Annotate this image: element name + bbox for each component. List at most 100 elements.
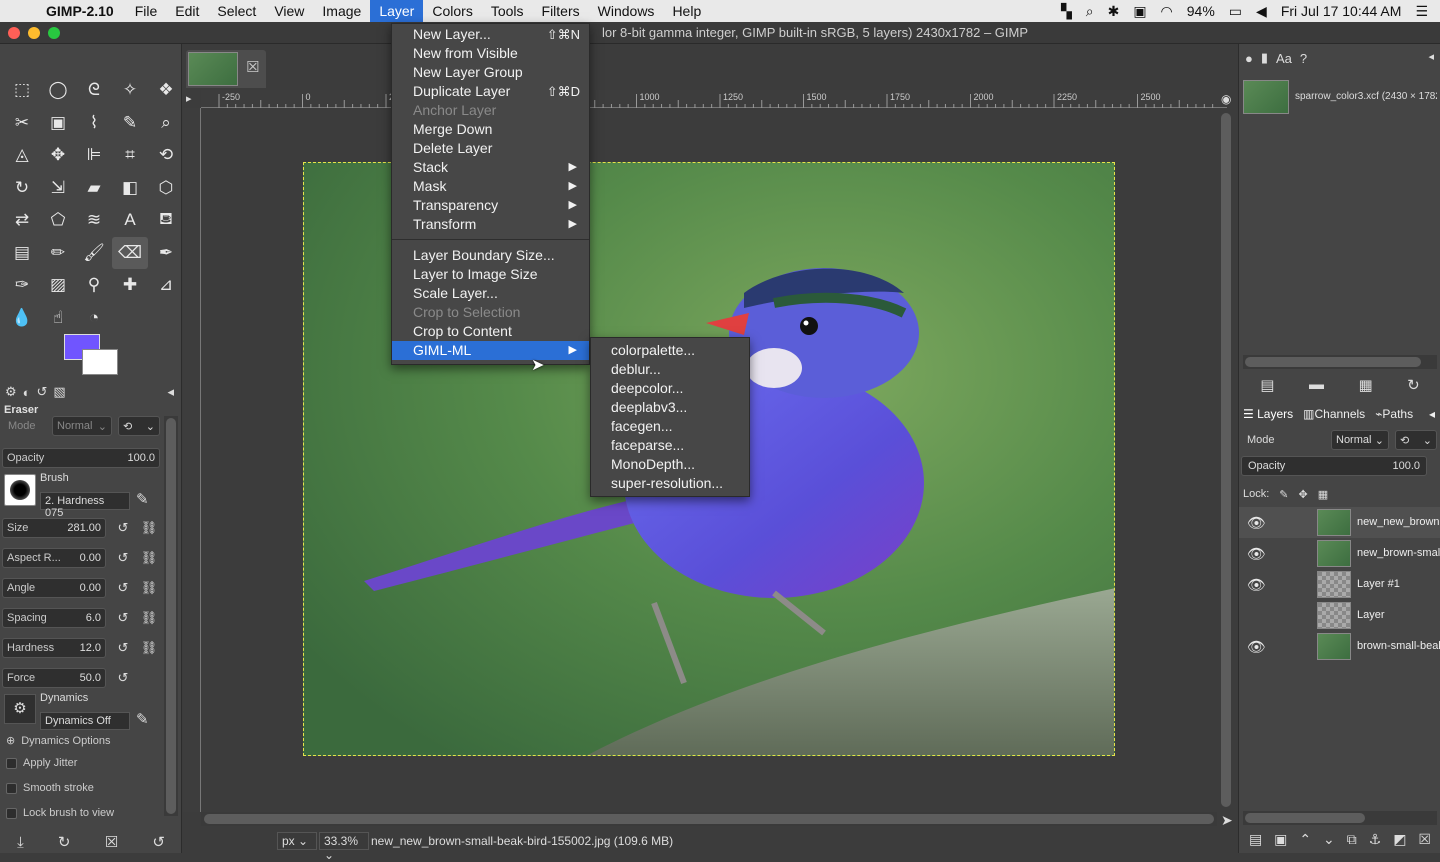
warp-transform-tool-icon[interactable]: ≋ (76, 204, 112, 237)
menu-view[interactable]: View (265, 0, 313, 22)
smooth-stroke-checkbox[interactable]: Smooth stroke (6, 782, 94, 794)
menu-item-transparency[interactable]: Transparency ▶ (392, 196, 589, 215)
select-by-color-tool-icon[interactable]: ❖ (148, 74, 184, 107)
anchor-layer-icon[interactable]: ⚓ (1369, 831, 1382, 851)
scrollbar-thumb[interactable] (1245, 813, 1365, 823)
layer-row[interactable]: 👁 new_brown-small-beak-bird (1239, 538, 1440, 569)
bucket-fill-tool-icon[interactable]: ⛾ (148, 204, 184, 237)
refresh-icon[interactable]: ↻ (1407, 376, 1420, 396)
visibility-eye-icon[interactable]: 👁 (1247, 638, 1266, 656)
visibility-eye-icon[interactable]: 👁 (1247, 545, 1266, 563)
edit-brush-icon[interactable]: ✎ (136, 490, 149, 508)
submenu-item-colorpalette[interactable]: colorpalette... (591, 341, 749, 360)
new-layer-group-icon[interactable]: ▣ (1274, 831, 1287, 851)
canvas-horizontal-scrollbar[interactable] (201, 812, 1217, 826)
layer-row[interactable]: 👁 new_new_brown-small-beak-bird (1239, 507, 1440, 538)
paths-tool-icon[interactable]: ⌇ (76, 107, 112, 140)
dodge-burn-tool-icon[interactable]: ◔ (76, 302, 112, 335)
brush-name-field[interactable]: 2. Hardness 075 (40, 492, 130, 519)
reset-tool-options-icon[interactable]: ↺ (152, 833, 165, 851)
crop-tool-icon[interactable]: ⌗ (112, 139, 148, 172)
dynamics-preview-icon[interactable]: ⚙ (4, 694, 36, 724)
menu-tools[interactable]: Tools (482, 0, 533, 22)
window-layout-icon[interactable]: ▚ (1061, 3, 1072, 20)
menu-item-layer-to-image-size[interactable]: Layer to Image Size (392, 265, 589, 284)
canvas-vertical-scrollbar[interactable] (1219, 108, 1233, 812)
layer-opacity-spinner[interactable]: Opacity 100.0 (1241, 456, 1427, 476)
quick-mask-menu-icon[interactable]: ▸ (186, 92, 192, 105)
angle-spinner[interactable]: Angle 0.00 (2, 578, 106, 598)
add-mask-icon[interactable]: ◩ (1393, 831, 1406, 851)
remove-icon[interactable]: ▬ (1309, 376, 1324, 396)
perspective-tool-icon[interactable]: ⬡ (148, 172, 184, 205)
edit-dynamics-icon[interactable]: ✎ (136, 710, 149, 728)
submenu-item-facegen[interactable]: facegen... (591, 417, 749, 436)
app-menu[interactable]: GIMP-2.10 (40, 3, 126, 19)
free-select-tool-icon[interactable]: ᘓ (76, 74, 112, 107)
unit-select[interactable]: px ⌄ (277, 832, 317, 850)
submenu-item-deblur[interactable]: deblur... (591, 360, 749, 379)
spacing-link-icon[interactable]: ⛓ (140, 608, 158, 628)
eraser-tool-icon[interactable]: ⌫ (112, 236, 148, 269)
menu-item-new-layer[interactable]: New Layer... ⇧⌘N (392, 25, 589, 44)
dynamics-field[interactable]: Dynamics Off (40, 712, 130, 730)
layers-horizontal-scrollbar[interactable] (1243, 811, 1437, 825)
angle-link-icon[interactable]: ⛓ (140, 578, 158, 598)
mypaint-brush-tool-icon[interactable]: ▨ (40, 269, 76, 302)
submenu-item-deeplabv3[interactable]: deeplabv3... (591, 398, 749, 417)
notification-center-icon[interactable]: ☰ (1415, 3, 1428, 20)
text-tool-icon[interactable]: A (112, 204, 148, 237)
perspective-clone-tool-icon[interactable]: ⊿ (148, 269, 184, 302)
aspect-link-icon[interactable]: ⛓ (140, 548, 158, 568)
restore-tool-preset-icon[interactable]: ↻ (58, 833, 71, 851)
clock[interactable]: Fri Jul 17 10:44 AM (1281, 3, 1402, 19)
force-reset-icon[interactable]: ↺ (114, 668, 132, 688)
reset-mode-button[interactable]: ⟲ ⌄ (118, 416, 160, 436)
hardness-link-icon[interactable]: ⛓ (140, 638, 158, 658)
unified-transform-tool-icon[interactable]: ⟲ (148, 139, 184, 172)
menu-item-new-from-visible[interactable]: New from Visible (392, 44, 589, 63)
dock-menu-icon[interactable]: ◂ (1429, 407, 1435, 421)
cage-transform-tool-icon[interactable]: ⬠ (40, 204, 76, 237)
volume-icon[interactable]: ◀ (1256, 3, 1267, 20)
duplicate-layer-icon[interactable]: ⧉ (1347, 831, 1357, 851)
apply-jitter-checkbox[interactable]: Apply Jitter (6, 757, 77, 769)
spotlight-search-icon[interactable]: ⌕ (1086, 3, 1094, 20)
menu-item-transform[interactable]: Transform ▶ (392, 215, 589, 234)
menu-filters[interactable]: Filters (533, 0, 589, 22)
menu-item-layer-boundary-size[interactable]: Layer Boundary Size... (392, 246, 589, 265)
menu-help[interactable]: Help (663, 0, 710, 22)
menu-item-mask[interactable]: Mask ▶ (392, 177, 589, 196)
force-spinner[interactable]: Force 50.0 (2, 668, 106, 688)
opacity-spinner[interactable]: Opacity 100.0 (2, 448, 160, 468)
battery-icon[interactable]: ▭ (1229, 3, 1242, 20)
airbrush-tool-icon[interactable]: ✒ (148, 237, 184, 270)
background-color-swatch[interactable] (82, 349, 118, 375)
input-source-icon[interactable]: ▣ (1133, 3, 1146, 20)
heal-tool-icon[interactable]: ✚ (112, 269, 148, 302)
zoom-follow-icon[interactable]: ◉ (1221, 92, 1231, 106)
bluetooth-icon[interactable]: ✱ (1108, 3, 1120, 20)
menu-image[interactable]: Image (313, 0, 370, 22)
ink-tool-icon[interactable]: ✑ (4, 269, 40, 302)
visibility-eye-icon[interactable]: 👁 (1247, 514, 1266, 532)
layer-mode-reset-button[interactable]: ⟲ ⌄ (1395, 430, 1437, 450)
foreground-select-tool-icon[interactable]: ▣ (40, 107, 76, 140)
gradient-tool-icon[interactable]: ▤ (4, 237, 40, 270)
close-icon[interactable]: ☒ (246, 58, 259, 76)
tab-layers[interactable]: ☰ Layers (1243, 407, 1293, 421)
menu-colors[interactable]: Colors (423, 0, 481, 22)
tool-options-scrollbar[interactable] (164, 416, 178, 816)
lock-position-icon[interactable]: ✥ (1299, 488, 1308, 501)
menu-item-giml-ml[interactable]: GIML-ML ▶ (392, 341, 589, 360)
lower-layer-icon[interactable]: ⌄ (1323, 831, 1335, 851)
scrollbar-thumb[interactable] (166, 418, 176, 814)
transform-3d-tool-icon[interactable]: ⇄ (4, 204, 40, 237)
hardness-reset-icon[interactable]: ↺ (114, 638, 132, 658)
flip-tool-icon[interactable]: ◧ (112, 172, 148, 205)
menu-file[interactable]: File (126, 0, 167, 22)
aspect-reset-icon[interactable]: ↺ (114, 548, 132, 568)
tab-paths[interactable]: ⌁Paths (1375, 407, 1413, 421)
zoom-tool-icon[interactable]: ⌕ (148, 107, 184, 140)
spacing-spinner[interactable]: Spacing 6.0 (2, 608, 106, 628)
